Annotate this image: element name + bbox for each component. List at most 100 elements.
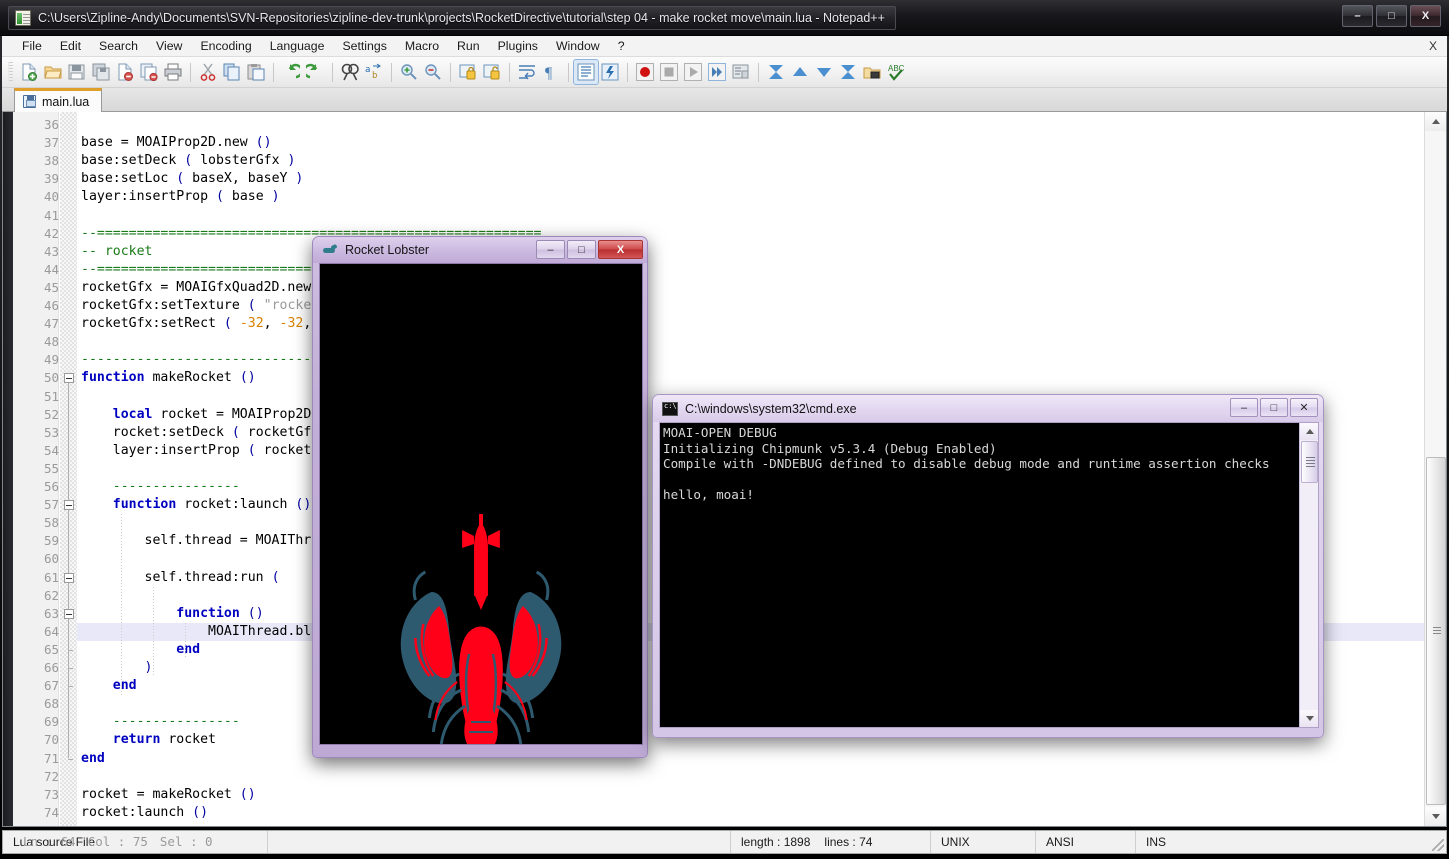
- code-line[interactable]: -- rocket: [81, 243, 152, 261]
- rocket-lobster-canvas[interactable]: [319, 263, 643, 745]
- code-line[interactable]: end: [81, 750, 105, 768]
- launch-in-browser-icon[interactable]: [860, 60, 884, 84]
- user-defined-language-icon[interactable]: [598, 60, 622, 84]
- find-icon[interactable]: [338, 60, 362, 84]
- replace-icon[interactable]: ab: [362, 60, 386, 84]
- cmd-close-button[interactable]: ✕: [1290, 398, 1318, 417]
- cmd-vertical-scrollbar[interactable]: [1299, 423, 1318, 727]
- new-file-icon[interactable]: [17, 60, 41, 84]
- toolbar-separator: [450, 62, 451, 82]
- cmd-title-bar[interactable]: C:\windows\system32\cmd.exe – □ ✕: [653, 395, 1323, 422]
- show-indent-guide-icon[interactable]: [573, 59, 599, 85]
- play-macro-icon[interactable]: [681, 60, 705, 84]
- code-line[interactable]: rocket:launch (): [81, 804, 208, 822]
- record-macro-icon[interactable]: [633, 60, 657, 84]
- code-line[interactable]: rocketGfx = MOAIGfxQuad2D.new (): [81, 279, 335, 297]
- code-line[interactable]: base = MOAIProp2D.new (): [81, 134, 272, 152]
- menu-item-settings[interactable]: Settings: [333, 37, 395, 55]
- npp-maximize-button[interactable]: □: [1376, 5, 1407, 27]
- close-file-icon[interactable]: [113, 60, 137, 84]
- fold-toggle-icon[interactable]: [64, 608, 74, 619]
- editor-vertical-scrollbar[interactable]: [1424, 112, 1446, 826]
- paste-icon[interactable]: [244, 60, 268, 84]
- spell-check-icon[interactable]: ABC: [884, 60, 908, 84]
- open-file-icon[interactable]: [41, 60, 65, 84]
- code-line[interactable]: ----------------: [81, 713, 240, 731]
- sync-horizontal-scrolling-icon[interactable]: [480, 60, 504, 84]
- scroll-down-arrow[interactable]: [1425, 807, 1446, 826]
- save-icon[interactable]: [65, 60, 89, 84]
- word-wrap-icon[interactable]: [515, 60, 539, 84]
- rl-minimize-button[interactable]: –: [536, 240, 565, 259]
- show-all-characters-icon[interactable]: ¶: [539, 60, 563, 84]
- rocket-lobster-window[interactable]: Rocket Lobster – □ X: [312, 236, 648, 758]
- toolbar-grip[interactable]: [8, 62, 13, 82]
- menu-item-edit[interactable]: Edit: [51, 37, 90, 55]
- resize-grip[interactable]: [1432, 839, 1444, 851]
- collapse-all-icon[interactable]: [764, 60, 788, 84]
- fold-toggle-icon[interactable]: [64, 373, 74, 384]
- tab-main-lua[interactable]: main.lua: [14, 88, 103, 112]
- menu-item-view[interactable]: View: [147, 37, 191, 55]
- close-document-button[interactable]: X: [1429, 39, 1437, 53]
- menu-item-window[interactable]: Window: [547, 37, 609, 55]
- cut-icon[interactable]: [196, 60, 220, 84]
- menu-item-help[interactable]: ?: [609, 37, 634, 55]
- sync-vertical-scrolling-icon[interactable]: [456, 60, 480, 84]
- save-all-icon[interactable]: [89, 60, 113, 84]
- close-all-files-icon[interactable]: [137, 60, 161, 84]
- redo-icon[interactable]: [303, 60, 327, 84]
- copy-icon[interactable]: [220, 60, 244, 84]
- code-line[interactable]: ----------------: [81, 478, 240, 496]
- stop-recording-macro-icon[interactable]: [657, 60, 681, 84]
- menu-item-search[interactable]: Search: [90, 37, 147, 55]
- cmd-maximize-button[interactable]: □: [1260, 398, 1288, 417]
- print-icon[interactable]: [161, 60, 185, 84]
- line-number: 71: [43, 750, 59, 766]
- fold-toggle-icon[interactable]: [64, 500, 74, 511]
- cmd-scroll-up-arrow[interactable]: [1300, 423, 1318, 440]
- code-line[interactable]: end: [81, 677, 137, 695]
- cmd-scroll-down-arrow[interactable]: [1300, 710, 1318, 727]
- fold-level-up-icon[interactable]: [788, 60, 812, 84]
- zoom-out-icon[interactable]: [421, 60, 445, 84]
- code-line[interactable]: layer:insertProp ( rocket ): [81, 442, 327, 460]
- code-line[interactable]: function rocket:launch (): [81, 496, 312, 514]
- code-line[interactable]: self.thread:run (: [81, 569, 280, 587]
- code-line[interactable]: rocket:setDeck ( rocketGfx ): [81, 424, 335, 442]
- code-line[interactable]: ): [81, 659, 153, 677]
- undo-icon[interactable]: [279, 60, 303, 84]
- fold-toggle-icon[interactable]: [64, 572, 74, 583]
- menu-item-file[interactable]: File: [13, 37, 51, 55]
- rl-close-button[interactable]: X: [598, 240, 643, 259]
- menu-item-encoding[interactable]: Encoding: [191, 37, 260, 55]
- code-line[interactable]: function (): [81, 605, 263, 623]
- cmd-scrollbar-thumb[interactable]: [1301, 441, 1318, 483]
- editor-scrollbar-thumb[interactable]: [1426, 457, 1446, 805]
- command-prompt-window[interactable]: C:\windows\system32\cmd.exe – □ ✕ MOAI-O…: [652, 394, 1324, 738]
- npp-close-button[interactable]: X: [1410, 5, 1441, 27]
- code-line[interactable]: return rocket: [81, 731, 216, 749]
- expand-all-icon[interactable]: [836, 60, 860, 84]
- code-line[interactable]: rocket = makeRocket (): [81, 786, 256, 804]
- run-macro-multiple-times-icon[interactable]: [705, 60, 729, 84]
- unfold-level-down-icon[interactable]: [812, 60, 836, 84]
- menu-item-plugins[interactable]: Plugins: [489, 37, 547, 55]
- cmd-minimize-button[interactable]: –: [1230, 398, 1258, 417]
- code-line[interactable]: layer:insertProp ( base ): [81, 188, 280, 206]
- code-line[interactable]: end: [81, 641, 200, 659]
- code-line[interactable]: function makeRocket (): [81, 369, 256, 387]
- menu-item-run[interactable]: Run: [448, 37, 489, 55]
- rocket-lobster-title-bar[interactable]: Rocket Lobster – □ X: [313, 237, 647, 263]
- npp-minimize-button[interactable]: –: [1342, 5, 1373, 27]
- save-current-recorded-macro-icon[interactable]: [729, 60, 753, 84]
- menu-item-macro[interactable]: Macro: [396, 37, 448, 55]
- rl-maximize-button[interactable]: □: [567, 240, 596, 259]
- scroll-up-arrow[interactable]: [1425, 112, 1446, 131]
- cmd-console-output[interactable]: MOAI-OPEN DEBUG Initializing Chipmunk v5…: [659, 422, 1319, 728]
- menu-item-language[interactable]: Language: [261, 37, 334, 55]
- npp-title-bar[interactable]: C:\Users\Zipline-Andy\Documents\SVN-Repo…: [0, 0, 1449, 36]
- zoom-in-icon[interactable]: [397, 60, 421, 84]
- code-line[interactable]: base:setLoc ( baseX, baseY ): [81, 170, 303, 188]
- code-line[interactable]: base:setDeck ( lobsterGfx ): [81, 152, 295, 170]
